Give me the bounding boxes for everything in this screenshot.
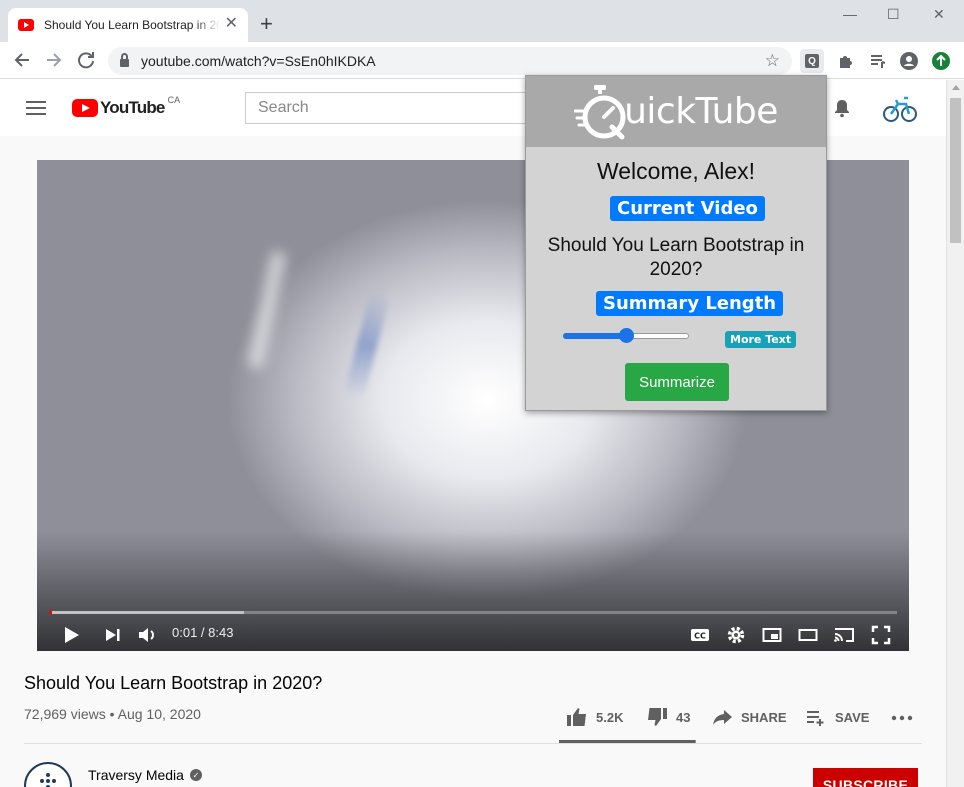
notifications-bell-icon[interactable] — [832, 98, 852, 118]
reload-icon[interactable] — [76, 50, 96, 70]
more-text-badge: More Text — [725, 331, 797, 348]
verified-check-icon: ✓ — [189, 769, 202, 781]
progress-bar[interactable] — [49, 611, 897, 614]
settings-gear-icon[interactable] — [726, 625, 746, 645]
menu-icon[interactable] — [26, 101, 46, 115]
youtube-wordmark: YouTube — [100, 98, 165, 117]
youtube-play-logo-icon — [72, 99, 98, 117]
youtube-favicon-icon — [18, 19, 34, 31]
thumbs-up-icon — [567, 708, 586, 726]
address-bar[interactable]: youtube.com/watch?v=SsEn0hIKDKA ☆ — [108, 47, 792, 75]
current-video-badge: Current Video — [610, 196, 765, 221]
new-tab-button[interactable]: + — [260, 13, 273, 35]
slider-thumb[interactable] — [619, 328, 634, 343]
quicktube-wordmark: uickTube — [624, 91, 778, 132]
country-code: CA — [167, 95, 181, 105]
back-icon[interactable] — [12, 50, 32, 70]
tab-title: Should You Learn Bootstrap in 2020? — [44, 18, 220, 32]
browser-toolbar: youtube.com/watch?v=SsEn0hIKDKA ☆ Q — [0, 42, 964, 79]
page-scrollbar[interactable] — [946, 80, 964, 787]
cast-icon[interactable] — [833, 625, 855, 645]
quicktube-popup: uickTube Welcome, Alex! Current Video Sh… — [525, 75, 827, 411]
next-icon[interactable] — [104, 625, 122, 645]
user-avatar[interactable] — [882, 90, 918, 126]
subscribe-button[interactable]: SUBSCRIBE — [813, 768, 918, 787]
tab-strip: Should You Learn Bootstrap in 2020? ✕ + … — [0, 0, 964, 42]
lock-icon — [120, 53, 129, 67]
profile-icon[interactable] — [897, 49, 921, 73]
like-count: 5.2K — [596, 709, 624, 725]
browser-tab[interactable]: Should You Learn Bootstrap in 2020? ✕ — [8, 8, 248, 42]
played-bar — [49, 611, 52, 614]
search-input[interactable]: Search — [245, 92, 535, 124]
tab-close-icon[interactable]: ✕ — [225, 16, 238, 32]
svg-text:CC: CC — [694, 632, 706, 641]
url-text: youtube.com/watch?v=SsEn0hIKDKA — [141, 53, 376, 69]
fullscreen-icon[interactable] — [871, 625, 891, 645]
youtube-logo[interactable]: YouTube CA — [72, 95, 181, 118]
play-icon[interactable] — [63, 625, 81, 645]
current-video-title: Should You Learn Bootstrap in 2020? — [547, 235, 805, 280]
like-button[interactable]: 5.2K — [566, 707, 623, 727]
summarize-button[interactable]: Summarize — [625, 363, 729, 401]
bookmark-star-icon[interactable]: ☆ — [765, 51, 780, 71]
miniplayer-icon[interactable] — [762, 625, 782, 645]
quicktube-extension-icon[interactable]: Q — [800, 49, 824, 73]
maximize-button[interactable]: ☐ — [887, 6, 900, 23]
more-actions-icon[interactable] — [891, 713, 913, 723]
scrollbar-thumb[interactable] — [950, 98, 961, 243]
theater-mode-icon[interactable] — [798, 625, 818, 645]
volume-icon[interactable] — [137, 625, 157, 645]
stopwatch-q-icon — [574, 84, 626, 139]
buffered-bar — [49, 611, 245, 614]
divider — [24, 743, 922, 744]
share-label: SHARE — [741, 709, 787, 725]
captions-icon[interactable]: CC — [690, 625, 710, 645]
media-queue-icon[interactable] — [866, 49, 890, 73]
video-title: Should You Learn Bootstrap in 2020? — [24, 673, 323, 693]
channel-name-row[interactable]: Traversy Media ✓ — [88, 767, 202, 783]
welcome-heading: Welcome, Alex! — [596, 158, 756, 184]
time-display: 0:01 / 8:43 — [172, 625, 234, 640]
forward-icon[interactable] — [44, 50, 64, 70]
close-window-button[interactable]: ✕ — [933, 6, 945, 23]
save-button[interactable]: SAVE — [805, 707, 869, 727]
minimize-button[interactable]: — — [843, 6, 857, 22]
quicktube-banner: uickTube — [526, 76, 826, 147]
channel-name[interactable]: Traversy Media — [88, 767, 184, 783]
share-icon — [713, 710, 732, 725]
dislike-count: 43 — [676, 709, 691, 725]
dislike-button[interactable]: 43 — [646, 707, 690, 727]
thumbs-down-icon — [648, 708, 667, 726]
update-icon[interactable] — [929, 49, 953, 73]
share-button[interactable]: SHARE — [711, 707, 787, 727]
save-label: SAVE — [835, 709, 870, 725]
summary-length-badge: Summary Length — [596, 291, 784, 316]
summary-length-slider[interactable] — [563, 328, 689, 343]
add-to-playlist-icon — [807, 711, 824, 726]
quicktube-logo: uickTube — [574, 83, 778, 141]
extensions-puzzle-icon[interactable] — [834, 49, 858, 73]
video-meta: 72,969 views • Aug 10, 2020 — [24, 706, 201, 722]
